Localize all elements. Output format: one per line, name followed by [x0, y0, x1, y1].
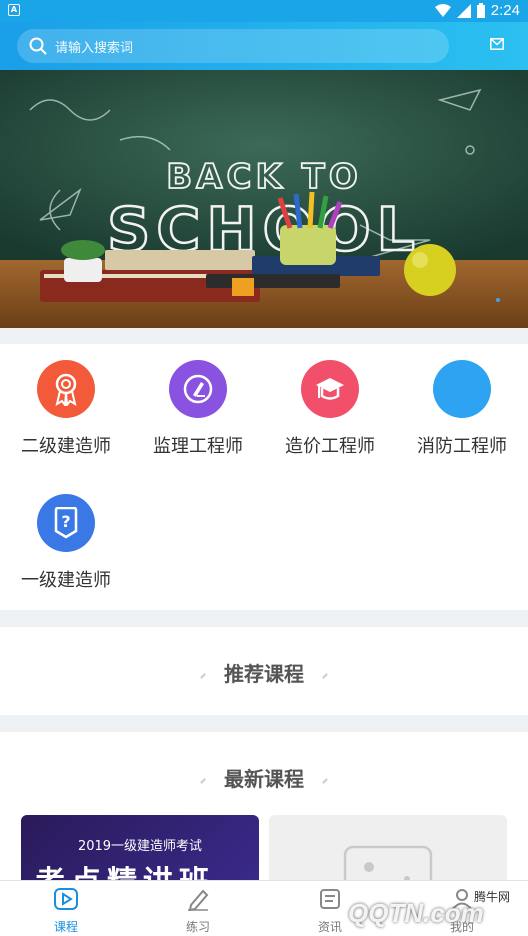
pencil-edit-icon — [169, 360, 227, 418]
course-card-tagline: 2019一级建造师考试 — [77, 839, 203, 854]
title-decoration — [200, 777, 206, 784]
search-icon — [29, 37, 47, 55]
notification-a-icon: A — [8, 4, 20, 16]
course-card-placeholder[interactable] — [269, 815, 507, 885]
tab-courses[interactable]: 课程 — [0, 887, 132, 935]
mail-icon[interactable] — [490, 38, 504, 50]
tab-practice[interactable]: 练习 — [132, 887, 264, 935]
category-level1-builder[interactable]: ? 一级建造师 — [0, 494, 132, 592]
wifi-icon — [434, 3, 451, 17]
category-label: 一级建造师 — [21, 570, 111, 591]
recommended-section: 推荐课程 — [0, 627, 528, 715]
clock: 2:24 — [490, 2, 520, 19]
search-placeholder: 请输入搜索词 — [55, 40, 134, 56]
battery-icon — [476, 3, 485, 18]
watermark: 腾牛网 QQTN.com — [330, 882, 528, 936]
category-level2-builder[interactable]: 二级建造师 — [0, 360, 132, 458]
banner-text-back-to: BACK TO — [166, 157, 361, 197]
category-label: 监理工程师 — [153, 436, 243, 457]
category-label: 消防工程师 — [417, 436, 507, 457]
category-supervisor-engineer[interactable]: 监理工程师 — [132, 360, 264, 458]
blank-circle-icon — [433, 360, 491, 418]
svg-text:?: ? — [61, 512, 70, 531]
signal-icon — [456, 3, 471, 18]
watermark-logo: QQTN.com — [348, 898, 484, 928]
course-card[interactable]: 2019一级建造师考试 考点精讲班 — [21, 815, 259, 885]
category-grid: 二级建造师 监理工程师 造价工程师 消防工程师 ? 一级建造师 — [0, 344, 528, 610]
title-decoration — [322, 777, 328, 784]
tab-label: 练习 — [185, 920, 210, 934]
category-fire-engineer[interactable]: 消防工程师 — [396, 360, 528, 458]
title-decoration — [200, 672, 206, 679]
category-cost-engineer[interactable]: 造价工程师 — [264, 360, 396, 458]
play-video-icon — [54, 888, 78, 910]
pencil-icon — [188, 889, 209, 912]
banner-carousel[interactable]: BACK TO SCHOOL — [0, 70, 528, 328]
search-bar[interactable]: 请输入搜索词 — [17, 29, 449, 63]
category-label: 二级建造师 — [21, 436, 111, 457]
tab-label: 课程 — [53, 920, 78, 934]
section-title-recommended: 推荐课程 — [224, 662, 304, 686]
status-bar: A 2:24 — [0, 0, 528, 22]
question-doc-icon: ? — [37, 494, 95, 552]
top-header: 请输入搜索词 — [0, 22, 528, 70]
section-title-latest: 最新课程 — [224, 767, 304, 791]
image-placeholder-icon — [343, 845, 433, 885]
title-decoration — [322, 672, 328, 679]
graduation-cap-icon — [301, 360, 359, 418]
category-label: 造价工程师 — [285, 436, 375, 457]
award-ribbon-icon — [37, 360, 95, 418]
